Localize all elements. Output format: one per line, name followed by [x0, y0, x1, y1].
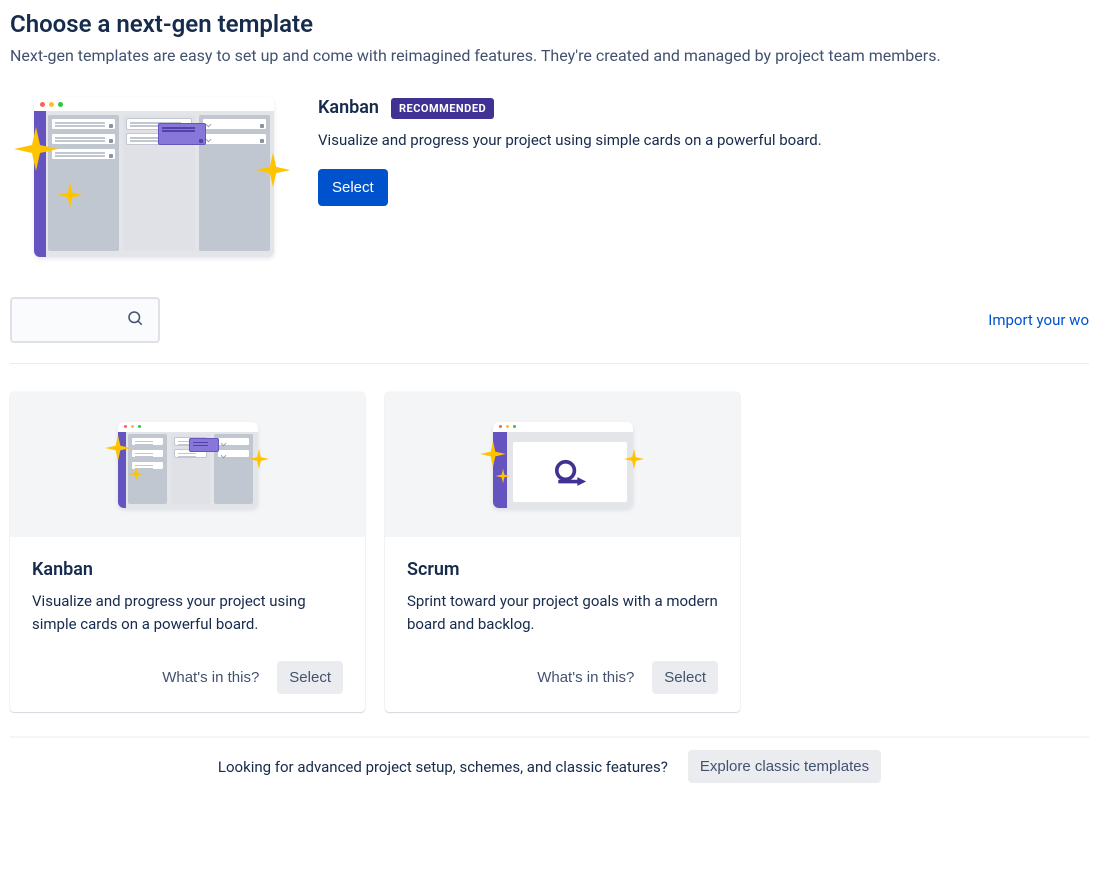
template-card-scrum: Scrum Sprint toward your project goals w…	[385, 392, 740, 712]
page-title: Choose a next-gen template	[10, 10, 1089, 38]
search-icon	[126, 309, 144, 331]
whats-in-this-button[interactable]: What's in this?	[162, 669, 259, 686]
select-button-hero[interactable]: Select	[318, 169, 388, 206]
search-input[interactable]	[12, 312, 126, 328]
sparkle-icon	[254, 151, 292, 189]
search-input-wrapper[interactable]	[10, 297, 160, 343]
card-title: Kanban	[32, 559, 343, 580]
sparkle-icon	[56, 181, 84, 209]
kanban-hero-illustration	[34, 97, 274, 257]
scrum-card-illustration	[385, 392, 740, 537]
kanban-card-illustration	[10, 392, 365, 537]
hero-section: Kanban RECOMMENDED Visualize and progres…	[10, 97, 1089, 257]
footer-divider	[10, 736, 1089, 738]
card-description: Sprint toward your project goals with a …	[407, 590, 718, 635]
footer-bar: Looking for advanced project setup, sche…	[10, 750, 1089, 783]
sparkle-icon	[12, 125, 60, 173]
hero-description: Visualize and progress your project usin…	[318, 131, 822, 149]
select-button[interactable]: Select	[652, 661, 718, 694]
section-divider	[10, 363, 1089, 364]
recommended-badge: RECOMMENDED	[391, 98, 494, 119]
whats-in-this-button[interactable]: What's in this?	[537, 669, 634, 686]
card-description: Visualize and progress your project usin…	[32, 590, 343, 635]
template-card-kanban: Kanban Visualize and progress your proje…	[10, 392, 365, 712]
sprint-loop-icon	[548, 456, 592, 488]
import-link[interactable]: Import your wo	[988, 311, 1089, 329]
page-subtitle: Next-gen templates are easy to set up an…	[10, 46, 1089, 65]
hero-template-name: Kanban	[318, 97, 379, 118]
select-button[interactable]: Select	[277, 661, 343, 694]
template-card-row: Kanban Visualize and progress your proje…	[10, 392, 1089, 712]
explore-classic-button[interactable]: Explore classic templates	[688, 750, 881, 783]
card-title: Scrum	[407, 559, 718, 580]
footer-prompt: Looking for advanced project setup, sche…	[218, 758, 668, 776]
